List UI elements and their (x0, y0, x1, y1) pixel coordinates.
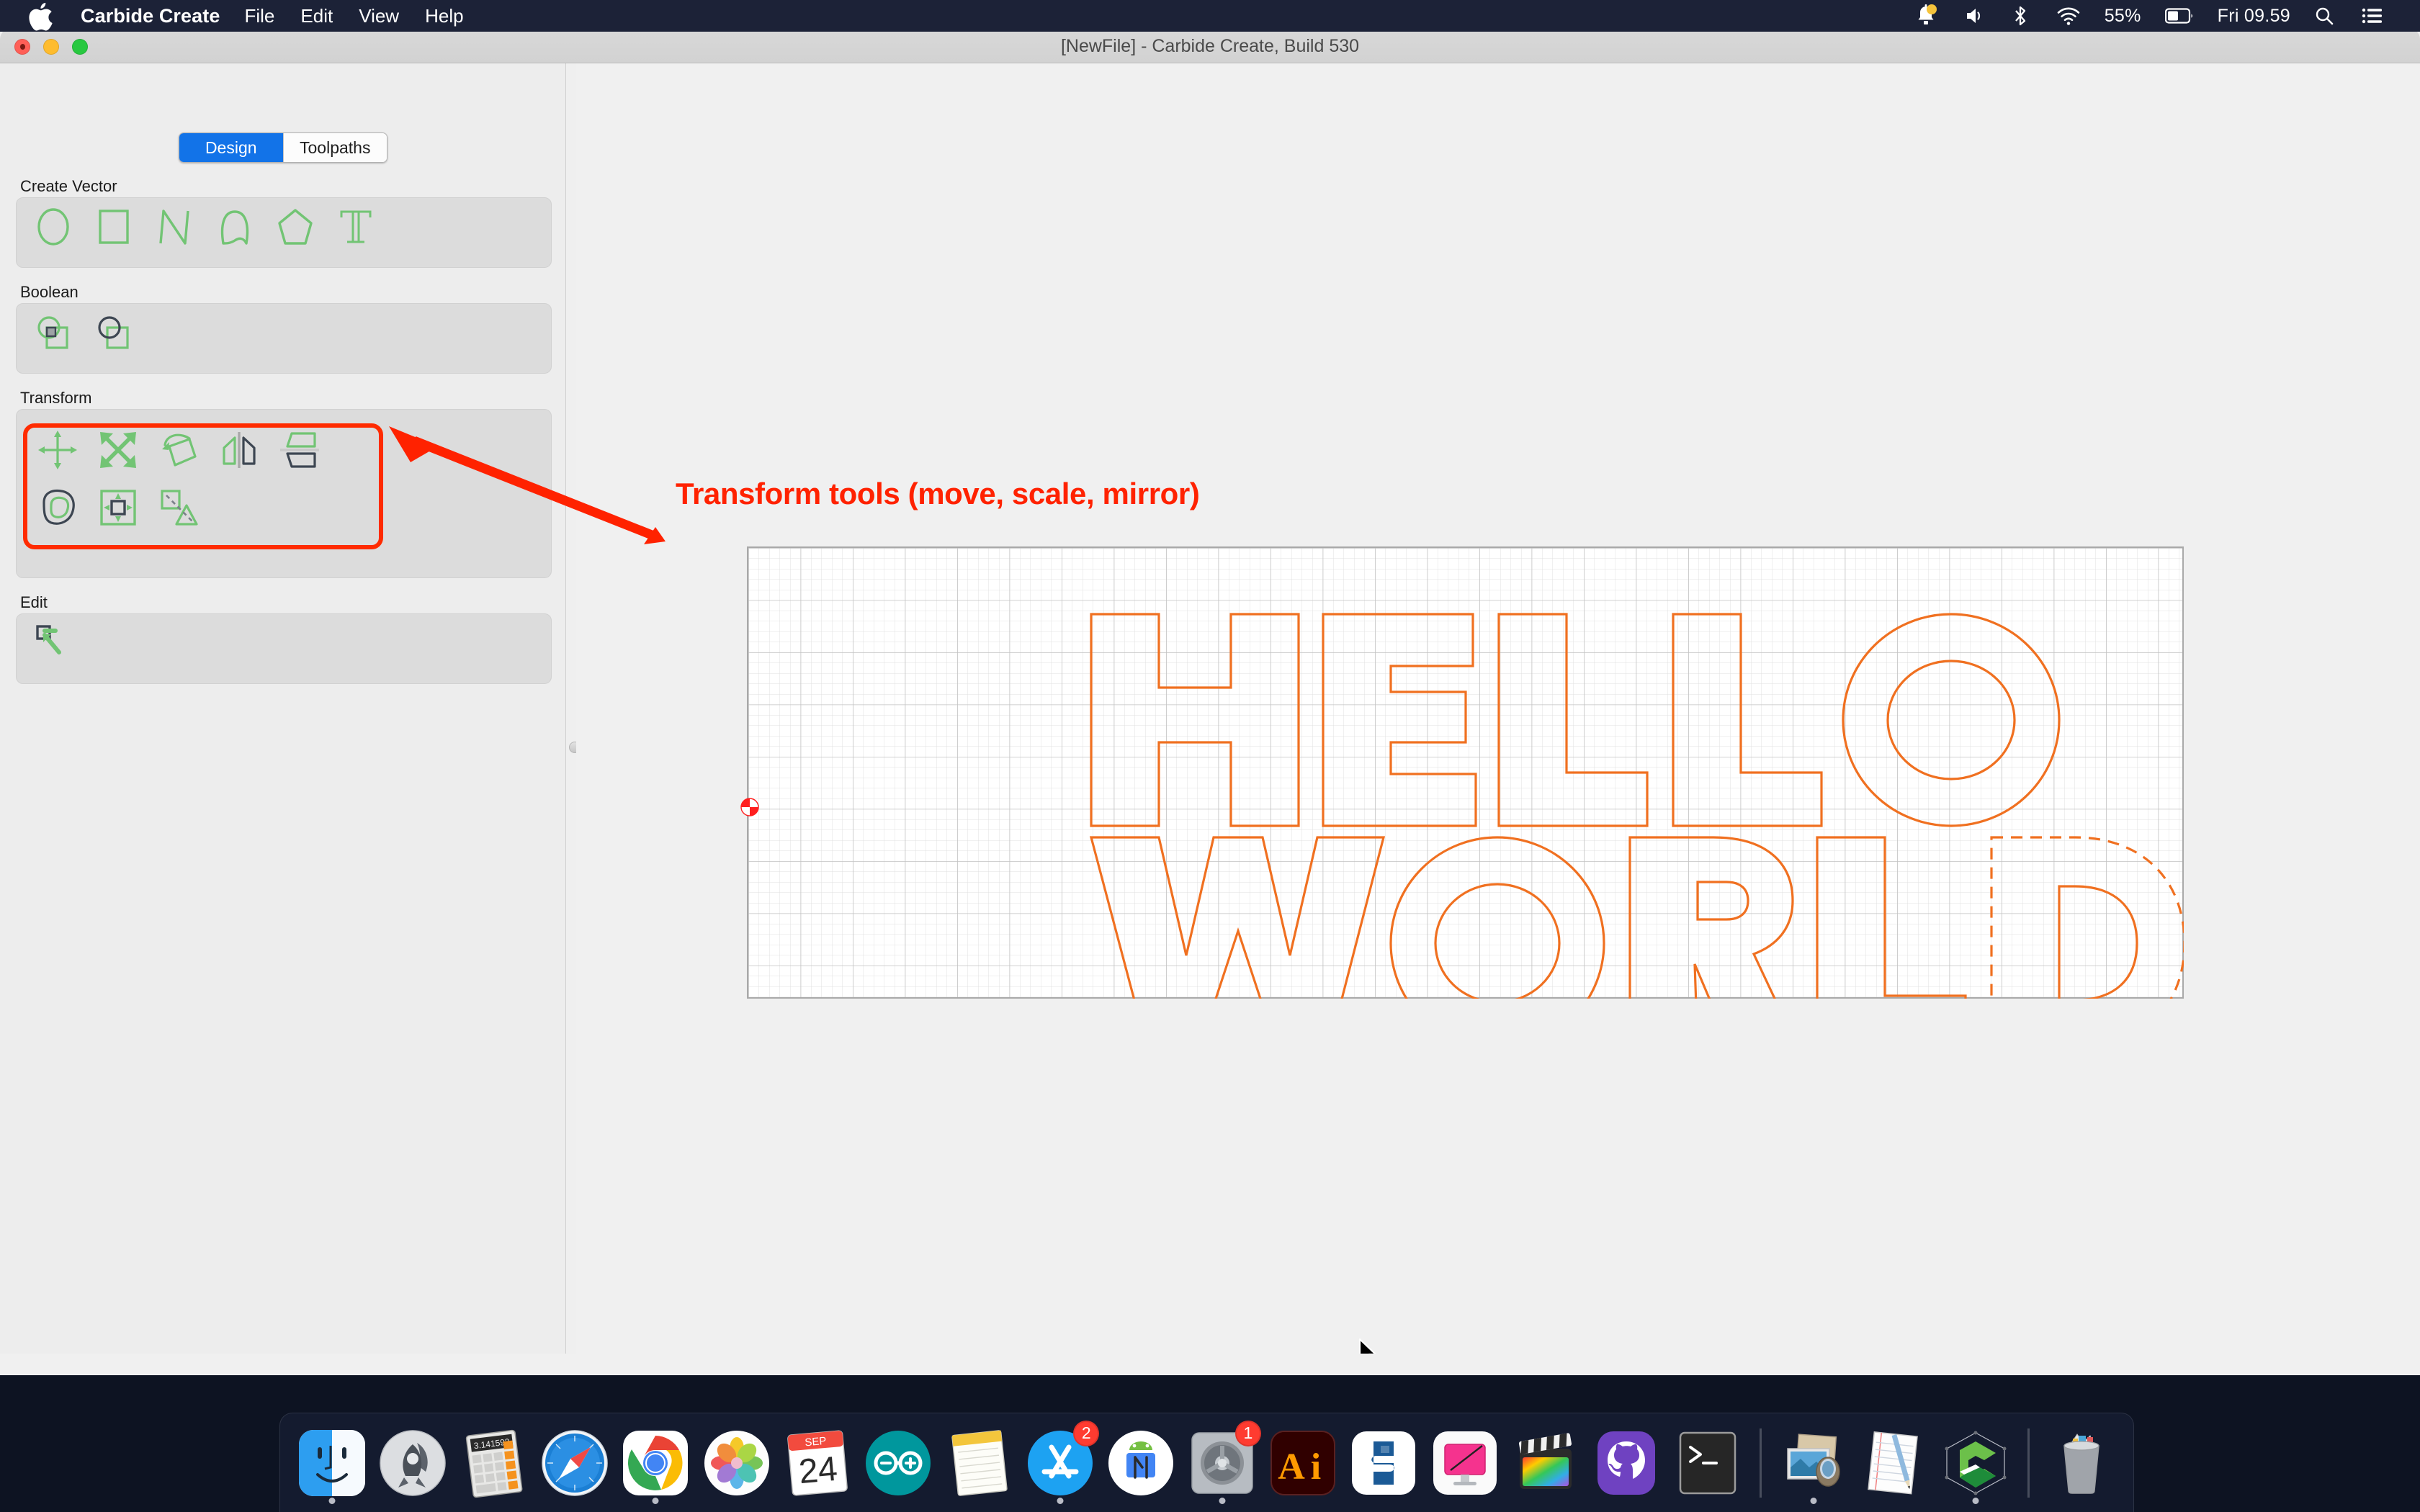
arrow-cursor-icon (1358, 1338, 1379, 1354)
battery-percent-label: 55% (2104, 5, 2141, 26)
menu-help[interactable]: Help (412, 5, 476, 27)
bell-icon[interactable] (1901, 0, 1950, 32)
polyline-tool[interactable] (144, 200, 205, 253)
running-indicator (1810, 1497, 1817, 1504)
speaker-icon[interactable] (1950, 0, 1998, 32)
tab-toolpaths[interactable]: Toolpaths (282, 133, 387, 162)
section-label-edit: Edit (20, 593, 48, 611)
window-title: [NewFile] - Carbide Create, Build 530 (1060, 36, 1360, 56)
app-store-badge: 2 (1073, 1420, 1100, 1446)
dock-item-chrome[interactable] (615, 1421, 696, 1506)
create-vector-toolrow (23, 200, 386, 253)
origin-marker (740, 798, 759, 816)
scale-tool[interactable] (88, 423, 148, 477)
transform-toolrow-1 (27, 423, 330, 477)
section-label-transform: Transform (20, 389, 92, 407)
control-center-icon[interactable] (2348, 0, 2397, 32)
annotation-arrow-icon (375, 418, 699, 565)
sidebar-tabs: Design Toolpaths (179, 132, 387, 163)
dock-item-carbide-create[interactable] (1935, 1421, 2015, 1506)
mirror-tool[interactable] (209, 423, 269, 477)
curve-tool[interactable] (205, 200, 265, 253)
dock-item-sketchup[interactable] (1343, 1421, 1424, 1506)
carbide-create-window: [NewFile] - Carbide Create, Build 530 De… (0, 29, 2420, 1354)
section-label-boolean: Boolean (20, 283, 79, 301)
bluetooth-icon[interactable] (1998, 0, 2043, 32)
running-indicator (328, 1497, 336, 1504)
dock-item-calculator[interactable]: 3.141593 (454, 1421, 534, 1506)
calendar-day: 24 (797, 1449, 839, 1490)
selected-glyph-outline (1990, 836, 2184, 999)
panel-splitter[interactable] (566, 63, 576, 1354)
dock-item-arduino[interactable] (858, 1421, 938, 1506)
svg-text:A: A (1278, 1446, 1305, 1488)
dock-item-notes[interactable] (939, 1421, 1020, 1506)
boolean-toolrow (23, 306, 144, 359)
dock-item-system-preferences[interactable]: 1 (1182, 1420, 1263, 1506)
offset-tool[interactable] (27, 481, 88, 534)
menubar-clock[interactable]: Fri 09.59 (2208, 6, 2300, 27)
edit-toolrow (23, 616, 84, 670)
search-icon[interactable] (2300, 0, 2348, 32)
section-edit (16, 613, 552, 684)
menubar-app-name[interactable]: Carbide Create (69, 5, 231, 27)
rectangle-tool[interactable] (84, 200, 144, 253)
menu-edit[interactable]: Edit (287, 5, 346, 27)
boolean-union-tool[interactable] (23, 306, 84, 359)
dock-separator-2 (2027, 1428, 2030, 1498)
node-edit-tool[interactable] (23, 616, 84, 670)
array-tool[interactable] (88, 481, 148, 534)
transform-toolrow-2 (27, 481, 209, 534)
calendar-month: SEP (805, 1434, 827, 1449)
vector-design[interactable] (747, 546, 2184, 999)
dock-item-app-store[interactable]: 2 (1020, 1420, 1101, 1506)
dock-item-safari[interactable] (534, 1421, 615, 1506)
dock-item-github-desktop[interactable] (1586, 1421, 1667, 1506)
rotate-tool[interactable] (148, 423, 209, 477)
dock-item-finder[interactable] (292, 1421, 372, 1506)
dock-item-illustrator[interactable]: A i (1263, 1421, 1343, 1506)
design-canvas[interactable] (576, 63, 2420, 1354)
apple-logo-icon[interactable] (29, 2, 53, 31)
dock-item-textedit[interactable] (1854, 1421, 1935, 1506)
running-indicator (652, 1497, 659, 1504)
menu-view[interactable]: View (346, 5, 412, 27)
running-indicator (1219, 1497, 1226, 1504)
dock-item-trash[interactable] (2041, 1421, 2122, 1506)
dock-item-image-capture[interactable] (1773, 1421, 1854, 1506)
circle-tool[interactable] (23, 200, 84, 253)
dock-item-screen-app[interactable] (1425, 1421, 1505, 1506)
macos-menu-bar: Carbide Create File Edit View Help 55% F… (0, 0, 2420, 32)
battery-icon[interactable] (2151, 0, 2208, 32)
annotation-label: Transform tools (move, scale, mirror) (676, 477, 1200, 510)
dock-item-android-studio[interactable] (1101, 1421, 1181, 1506)
duplicate-tool[interactable] (148, 481, 209, 534)
design-sidebar: Design Toolpaths Create Vector Boolean T… (0, 63, 566, 1354)
polygon-tool[interactable] (265, 200, 326, 253)
window-titlebar[interactable]: [NewFile] - Carbide Create, Build 530 (0, 29, 2420, 63)
dock-item-calendar[interactable]: SEP 24 (777, 1421, 858, 1506)
dock-item-terminal[interactable] (1667, 1421, 1748, 1506)
dock-item-launchpad[interactable] (372, 1421, 453, 1506)
dock-separator (1759, 1428, 1762, 1498)
svg-text:i: i (1311, 1446, 1321, 1488)
text-tool[interactable] (326, 200, 386, 253)
menu-file[interactable]: File (231, 5, 287, 27)
running-indicator (1057, 1497, 1064, 1504)
dock-item-final-cut-pro[interactable] (1505, 1421, 1586, 1506)
flip-tool[interactable] (269, 423, 330, 477)
macos-dock: 3.141593 SEP 24 2 1 A i (279, 1413, 2134, 1512)
tab-design[interactable]: Design (179, 133, 283, 162)
boolean-subtract-tool[interactable] (84, 306, 144, 359)
running-indicator (1972, 1497, 1979, 1504)
section-label-create-vector: Create Vector (20, 177, 117, 195)
wifi-icon[interactable] (2043, 0, 2094, 32)
system-preferences-badge: 1 (1234, 1420, 1261, 1446)
dock-item-photos[interactable] (696, 1421, 777, 1506)
move-tool[interactable] (27, 423, 88, 477)
